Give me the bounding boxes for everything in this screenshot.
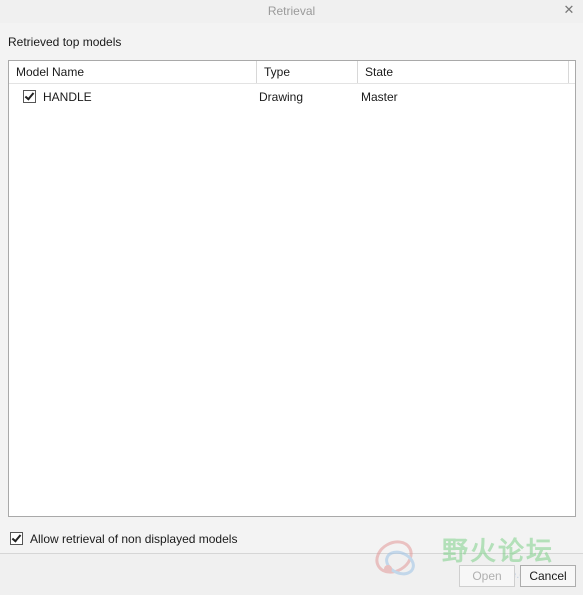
section-label: Retrieved top models bbox=[8, 35, 122, 49]
title-bar: Retrieval ✕ bbox=[0, 0, 583, 23]
close-icon[interactable]: ✕ bbox=[561, 2, 577, 18]
column-header-model-name[interactable]: Model Name bbox=[9, 61, 257, 83]
allow-non-displayed-label: Allow retrieval of non displayed models bbox=[30, 532, 238, 546]
state-cell: Master bbox=[361, 90, 398, 104]
table-row[interactable]: HANDLE Drawing Master bbox=[9, 86, 575, 108]
model-name-text: HANDLE bbox=[43, 90, 92, 104]
retrieval-dialog: Retrieval ✕ Retrieved top models Model N… bbox=[0, 0, 583, 595]
column-header-state[interactable]: State bbox=[358, 61, 569, 83]
row-checkbox[interactable] bbox=[23, 90, 36, 103]
table-header: Model Name Type State bbox=[9, 61, 575, 84]
column-header-type[interactable]: Type bbox=[257, 61, 358, 83]
open-button[interactable]: Open bbox=[459, 565, 515, 587]
dialog-title: Retrieval bbox=[267, 4, 316, 18]
type-cell: Drawing bbox=[259, 90, 304, 104]
cancel-button[interactable]: Cancel bbox=[520, 565, 576, 587]
model-name-cell: HANDLE bbox=[23, 86, 92, 108]
models-table: Model Name Type State HANDLE Drawing Mas… bbox=[8, 60, 576, 517]
allow-non-displayed-option[interactable]: Allow retrieval of non displayed models bbox=[10, 531, 237, 547]
allow-non-displayed-checkbox[interactable] bbox=[10, 532, 23, 545]
footer-divider bbox=[0, 553, 583, 554]
